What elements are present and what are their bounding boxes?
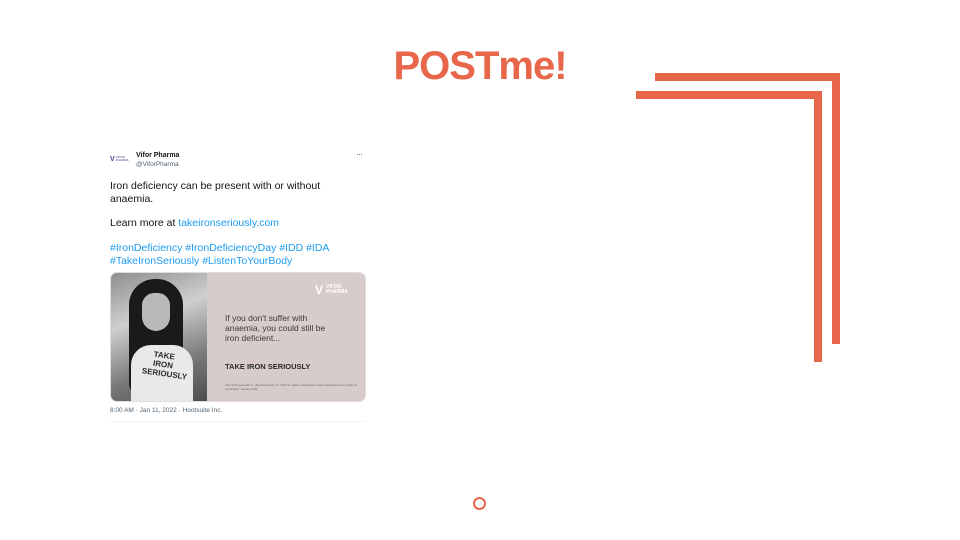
tweet-header: V VIFOR PHARMA Vifor Pharma @ViforPharma… — [108, 148, 366, 174]
account-handle[interactable]: @ViforPharma — [136, 161, 179, 168]
card-headline: If you don't suffer with anaemia, you co… — [225, 313, 326, 343]
vifor-logo-icon: V — [110, 155, 115, 163]
slide-title: POSTme! — [393, 44, 567, 88]
card-cta: TAKE IRON SERIOUSLY — [225, 362, 311, 371]
more-options-icon[interactable]: ··· — [356, 149, 363, 159]
campaign-photo: TAKE IRON SERIOUSLY — [111, 273, 207, 401]
card-fine-print: Vifor (International) Inc. | Rechenstras… — [225, 383, 357, 391]
tweet-timestamp[interactable]: 8:00 AM · Jan 11, 2022 · Hootsuite Inc. — [110, 407, 222, 414]
shirt-slogan: TAKE IRON SERIOUSLY — [141, 349, 188, 382]
media-image[interactable]: TAKE IRON SERIOUSLY V VIFOR PHARMA If yo… — [110, 272, 366, 402]
slide-marker-ring — [473, 497, 486, 510]
learn-more-line: Learn more at takeironseriously.com — [110, 217, 280, 229]
account-name[interactable]: Vifor Pharma — [136, 152, 179, 159]
brand-logo: V VIFOR PHARMA — [315, 283, 348, 297]
tweet-text: anaemia. — [110, 193, 154, 205]
account-avatar[interactable]: V VIFOR PHARMA — [110, 152, 130, 166]
hashtags-line[interactable]: #IronDeficiency #IronDeficiencyDay #IDD … — [110, 242, 329, 255]
divider — [110, 421, 364, 422]
website-link[interactable]: takeironseriously.com — [178, 217, 279, 229]
tweet-text: Iron deficiency can be present with or w… — [110, 180, 321, 192]
tweet-card: V VIFOR PHARMA Vifor Pharma @ViforPharma… — [108, 148, 366, 424]
hashtags-line[interactable]: #TakeIronSeriously #ListenToYourBody — [110, 255, 292, 268]
vifor-logo-icon: V — [315, 283, 324, 297]
